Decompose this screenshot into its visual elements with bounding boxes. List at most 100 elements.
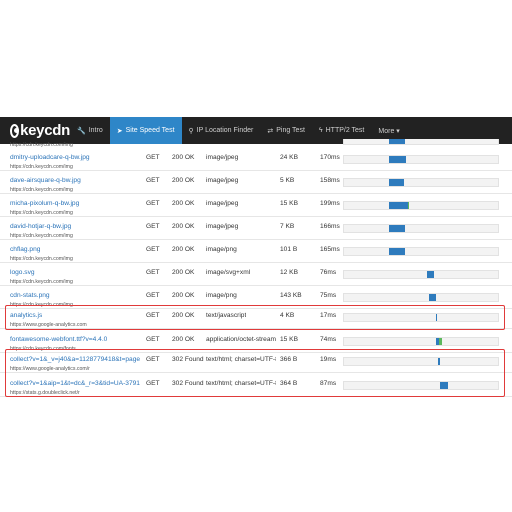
- keycdn-logo[interactable]: keycdn: [0, 117, 70, 144]
- waterfall-track: [343, 247, 499, 256]
- nav-item-site-speed-test[interactable]: ➤ Site Speed Test: [109, 117, 182, 144]
- map-marker-icon: ⚲: [188, 127, 194, 135]
- request-time: 158ms: [320, 177, 340, 184]
- request-status: 200 OK: [172, 269, 195, 276]
- request-name-link[interactable]: chflag.png: [10, 246, 40, 253]
- request-time: 17ms: [320, 312, 337, 319]
- request-size: 101 B: [280, 246, 298, 253]
- request-name-link[interactable]: collect?v=1&aip=1&t=dc&_r=3&tid=UA-37917…: [10, 380, 140, 387]
- request-name-link[interactable]: dmitry-uploadcare-q-bw.jpg: [10, 154, 90, 161]
- waterfall-track: [343, 270, 499, 279]
- request-size: 15 KB: [280, 336, 298, 343]
- request-host: https://cdn.keycdn.com/img: [10, 256, 73, 262]
- request-name-link[interactable]: logo.svg: [10, 269, 35, 276]
- request-content-type: image/jpeg: [206, 223, 239, 230]
- request-host: https://www.google-analytics.com: [10, 322, 87, 328]
- request-time: 199ms: [320, 200, 340, 207]
- waterfall-track: [343, 224, 499, 233]
- request-row: fontawesome-webfont.ttf?v=4.4.0 https://c…: [0, 331, 512, 353]
- request-name-link[interactable]: fontawesome-webfont.ttf?v=4.4.0: [10, 336, 107, 343]
- request-method: GET: [146, 154, 160, 161]
- request-time: 75ms: [320, 292, 337, 299]
- request-size: 12 KB: [280, 269, 298, 276]
- exchange-icon: ⇄: [267, 127, 274, 135]
- request-content-type: image/jpeg: [206, 154, 239, 161]
- nav-item-label: IP Location Finder: [196, 127, 254, 134]
- request-content-type: image/jpeg: [206, 200, 239, 207]
- nav-item-label: Ping Test: [276, 127, 305, 134]
- waterfall-bar: [427, 271, 435, 278]
- paper-plane-icon: ➤: [116, 127, 123, 135]
- request-size: 7 KB: [280, 223, 295, 230]
- wrench-icon: 🔧: [77, 127, 86, 135]
- request-method: GET: [146, 292, 160, 299]
- request-host: https://cdn.keycdn.com/img: [10, 187, 73, 193]
- request-status: 200 OK: [172, 154, 195, 161]
- waterfall-bar: [389, 248, 405, 255]
- request-method: GET: [146, 246, 160, 253]
- request-host: https://cdn.keycdn.com/img: [10, 233, 73, 239]
- request-size: 366 B: [280, 356, 298, 363]
- nav-item-ip-location-finder[interactable]: ⚲ IP Location Finder: [182, 117, 261, 144]
- nav-item-label: More ▾: [378, 127, 400, 135]
- waterfall-track: [343, 313, 499, 322]
- request-status: 302 Found: [172, 380, 204, 387]
- request-name-link[interactable]: dave-airsquare-q-bw.jpg: [10, 177, 81, 184]
- request-row: collect?v=1&_v=j40&a=1128779418&t=pagevi…: [0, 351, 512, 373]
- request-size: 364 B: [280, 380, 298, 387]
- request-name-link[interactable]: analytics.js: [10, 312, 42, 319]
- request-name-link[interactable]: collect?v=1&_v=j40&a=1128779418&t=pagevi…: [10, 356, 140, 363]
- request-size: 24 KB: [280, 154, 298, 161]
- request-time: 165ms: [320, 246, 340, 253]
- partial-row-host: https://cdn.keycdn.com/img: [10, 142, 73, 148]
- request-content-type: application/octet-stream: [206, 336, 276, 343]
- request-size: 5 KB: [280, 177, 295, 184]
- request-row: dmitry-uploadcare-q-bw.jpg https://cdn.ke…: [0, 149, 512, 171]
- request-row: collect?v=1&aip=1&t=dc&_r=3&tid=UA-37917…: [0, 375, 512, 397]
- request-content-type: text/html; charset=UTF-8: [206, 356, 276, 363]
- request-status: 200 OK: [172, 223, 195, 230]
- request-time: 19ms: [320, 356, 337, 363]
- waterfall-bar: [389, 179, 405, 186]
- request-method: GET: [146, 356, 160, 363]
- request-content-type: text/html; charset=UTF-8: [206, 380, 276, 387]
- request-row: logo.svg https://cdn.keycdn.com/img GET 200…: [0, 264, 512, 286]
- request-size: 4 KB: [280, 312, 295, 319]
- request-name-link[interactable]: cdn-stats.png: [10, 292, 50, 299]
- nav-item-label: Site Speed Test: [125, 127, 175, 134]
- request-content-type: image/jpeg: [206, 177, 239, 184]
- request-method: GET: [146, 200, 160, 207]
- request-method: GET: [146, 269, 160, 276]
- request-content-type: image/png: [206, 246, 237, 253]
- request-size: 15 KB: [280, 200, 298, 207]
- request-host: https://cdn.keycdn.com/img: [10, 164, 73, 170]
- request-status: 200 OK: [172, 336, 195, 343]
- request-row: cdn-stats.png https://cdn.keycdn.com/img G…: [0, 287, 512, 309]
- request-status: 200 OK: [172, 200, 195, 207]
- request-status: 200 OK: [172, 312, 195, 319]
- waterfall-track: [343, 357, 499, 366]
- waterfall-bar: [428, 294, 436, 301]
- nav-item-intro[interactable]: 🔧 Intro: [70, 117, 110, 144]
- waterfall-bar-extra: [407, 202, 410, 209]
- request-method: GET: [146, 223, 160, 230]
- request-time: 166ms: [320, 223, 340, 230]
- nav-item-ping-test[interactable]: ⇄ Ping Test: [260, 117, 312, 144]
- request-row: analytics.js https://www.google-analytics…: [0, 307, 512, 329]
- waterfall-track: [343, 201, 499, 210]
- request-row: chflag.png https://cdn.keycdn.com/img GET 2…: [0, 241, 512, 263]
- request-name-link[interactable]: david-hotjar-q-bw.jpg: [10, 223, 71, 230]
- waterfall-bar: [389, 156, 406, 163]
- waterfall-track: [343, 381, 499, 390]
- request-name-link[interactable]: micha-pixolum-q-bw.jpg: [10, 200, 79, 207]
- request-host: https://stats.g.doubleclick.net/r: [10, 390, 80, 396]
- waterfall-track: [343, 178, 499, 187]
- request-content-type: image/png: [206, 292, 237, 299]
- waterfall-bar: [440, 382, 448, 389]
- request-time: 87ms: [320, 380, 337, 387]
- waterfall-track: [343, 293, 499, 302]
- partial-row-bar: [389, 139, 405, 144]
- nav-item-label: HTTP/2 Test: [325, 127, 365, 134]
- waterfall-track: [343, 337, 499, 346]
- request-status: 200 OK: [172, 246, 195, 253]
